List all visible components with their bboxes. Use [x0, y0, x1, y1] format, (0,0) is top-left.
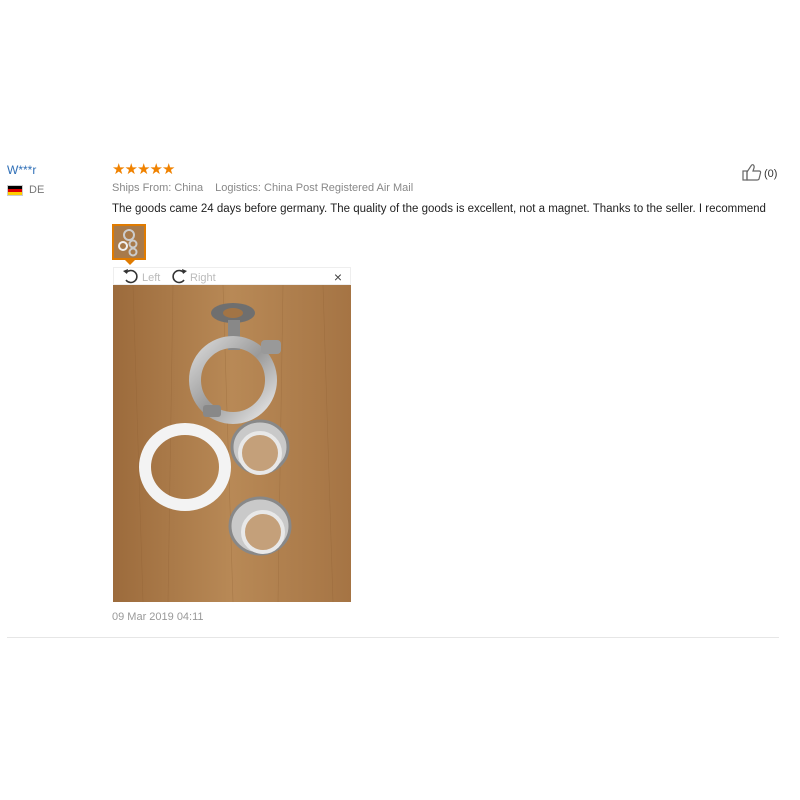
thumbnail-pointer: [125, 260, 135, 265]
logistics: Logistics: China Post Registered Air Mai…: [215, 182, 414, 194]
shipping-meta: Ships From: China Logistics: China Post …: [112, 182, 413, 194]
star-icon: ★: [162, 161, 176, 178]
rotate-right-label: Right: [190, 271, 216, 284]
star-icon: ★: [124, 161, 138, 178]
review-photo: [113, 284, 351, 603]
star-icon: ★: [112, 161, 126, 178]
ships-from: Ships From: China: [112, 182, 204, 194]
reviewer-country: DE: [7, 184, 44, 196]
thumbs-up-icon: [742, 163, 762, 184]
country-code: DE: [29, 184, 45, 196]
germany-flag-icon: [7, 184, 23, 196]
star-rating: ★ ★ ★ ★ ★: [112, 162, 175, 178]
photo-viewer-toolbar: Left Right ×: [113, 267, 351, 285]
helpful-count: (0): [764, 167, 778, 180]
helpful-button[interactable]: (0): [742, 163, 777, 184]
review-date: 09 Mar 2019 04:11: [112, 611, 204, 623]
rotate-left-label: Left: [142, 271, 161, 284]
star-icon: ★: [137, 161, 151, 178]
star-icon: ★: [149, 161, 163, 178]
close-icon[interactable]: ×: [334, 269, 342, 285]
divider: [7, 637, 779, 638]
review-photo-thumbnail[interactable]: [112, 224, 146, 260]
review-item: W***r DE ★ ★ ★ ★ ★ Ships From: China Log…: [0, 0, 800, 800]
reviewer-name[interactable]: W***r: [7, 163, 36, 177]
review-text: The goods came 24 days before germany. T…: [112, 203, 766, 215]
